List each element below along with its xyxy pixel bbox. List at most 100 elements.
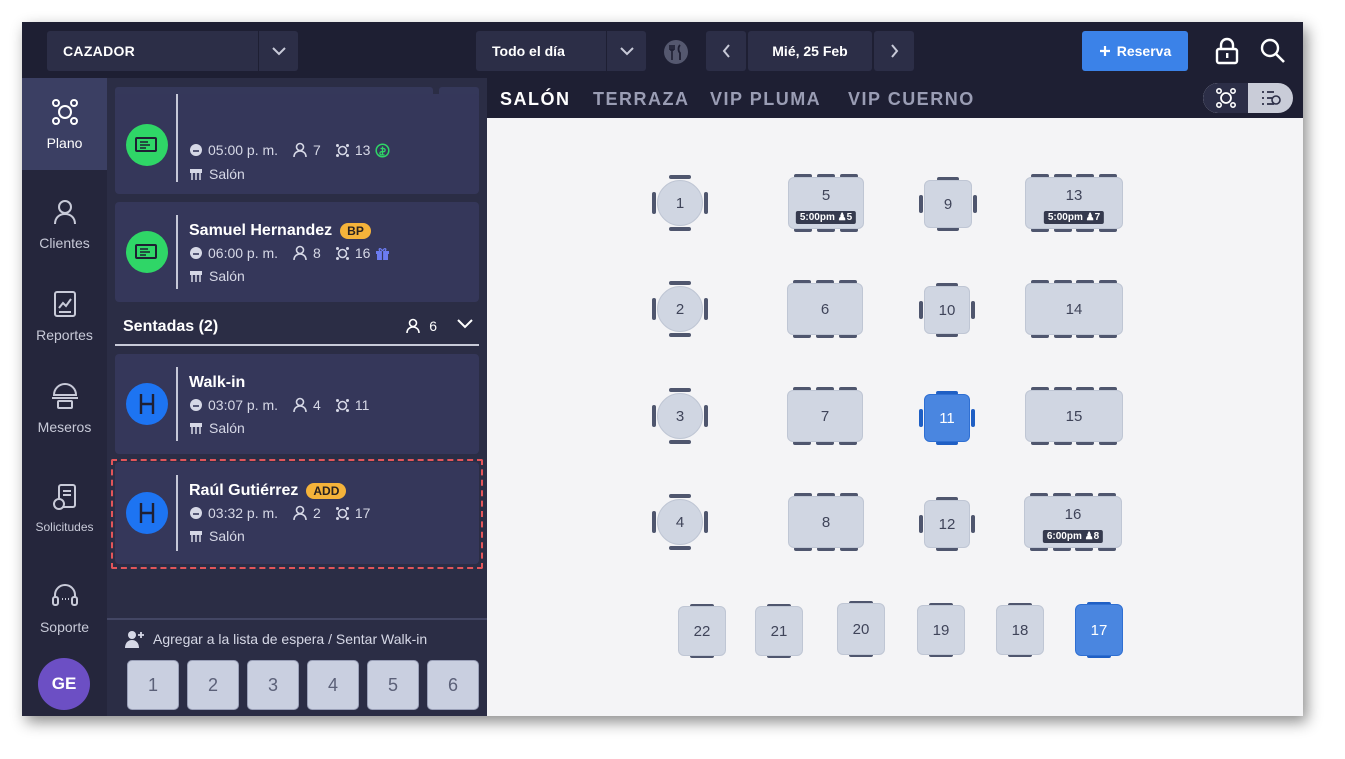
- area-name: Salón: [209, 528, 245, 544]
- room-tabs-bar: SALÓN TERRAZA VIP PLUMA VIP CUERNO: [487, 78, 1303, 118]
- shift-select[interactable]: Todo el día: [476, 31, 646, 71]
- list-view-button[interactable]: [1248, 83, 1293, 113]
- table-icon: [335, 506, 349, 520]
- table-17[interactable]: 17: [1073, 602, 1125, 658]
- party-size-button[interactable]: 2: [187, 660, 239, 710]
- table-15[interactable]: 15: [1023, 387, 1125, 445]
- chair: [669, 227, 691, 231]
- table-7[interactable]: 7: [785, 387, 865, 445]
- previous-day-button[interactable]: [706, 31, 746, 71]
- table-number-label: 15: [1065, 407, 1083, 425]
- chair: [669, 546, 691, 550]
- table-icon: [335, 143, 349, 157]
- avatar[interactable]: GE: [38, 658, 90, 710]
- table-21[interactable]: 21: [753, 604, 805, 658]
- table-surface: 19: [917, 605, 965, 655]
- chair: [652, 511, 656, 533]
- venue-select[interactable]: CAZADOR: [47, 31, 298, 71]
- date-display[interactable]: Mié, 25 Feb: [748, 31, 872, 71]
- table-4[interactable]: 4: [652, 494, 708, 550]
- table-13[interactable]: 13 5:00pm ♟7: [1023, 174, 1125, 232]
- chair: [704, 192, 708, 214]
- next-day-button[interactable]: [874, 31, 914, 71]
- guest-count: 2: [313, 505, 321, 521]
- table-3[interactable]: 3: [652, 388, 708, 444]
- walkin-header[interactable]: Agregar a la lista de espera / Sentar Wa…: [125, 630, 427, 648]
- table-22[interactable]: 22: [676, 604, 728, 658]
- reservation-card[interactable]: 05:00 p. m. 7 13 Salón: [115, 94, 479, 194]
- nav-item-reportes[interactable]: Reportes: [22, 270, 107, 362]
- table-surface: 10: [924, 286, 970, 334]
- table-19[interactable]: 19: [915, 603, 967, 657]
- chevron-down-icon: [258, 31, 298, 71]
- area-icon: [190, 423, 202, 434]
- table-9[interactable]: 9: [919, 177, 977, 231]
- reservation-card[interactable]: Samuel Hernandez BP 06:00 p. m. 8 16 Sal…: [115, 202, 479, 302]
- table-icon: [335, 246, 349, 260]
- area-name: Salón: [209, 420, 245, 436]
- party-size-button[interactable]: 6: [427, 660, 479, 710]
- lock-icon[interactable]: [1214, 37, 1240, 65]
- table-number-label: 4: [675, 513, 685, 531]
- table-5[interactable]: 5 5:00pm ♟5: [786, 174, 866, 232]
- nav-label: Plano: [46, 135, 83, 151]
- table-1[interactable]: 1: [652, 175, 708, 231]
- view-toggle[interactable]: [1203, 83, 1293, 113]
- table-20[interactable]: 20: [835, 601, 887, 657]
- nav-item-solicitudes[interactable]: Solicitudes: [22, 462, 107, 554]
- tab-vip-pluma[interactable]: VIP PLUMA: [710, 89, 821, 110]
- nav-label: Meseros: [37, 419, 92, 435]
- reservation-meta: 06:00 p. m. 8 16: [189, 245, 390, 261]
- chair: [669, 281, 691, 285]
- reservation-area: Salón: [189, 420, 245, 436]
- guests-icon: [293, 397, 307, 413]
- confirmed-status-icon: [126, 124, 168, 166]
- plus-icon: [1099, 46, 1110, 56]
- party-size-button[interactable]: 5: [367, 660, 419, 710]
- seated-card[interactable]: Walk-in 03:07 p. m. 4 11 Salón: [115, 354, 479, 454]
- nav-item-soporte[interactable]: Soporte: [22, 562, 107, 654]
- table-surface: 3: [657, 393, 703, 439]
- table-16[interactable]: 16 6:00pm ♟8: [1022, 493, 1124, 551]
- table-8[interactable]: 8: [786, 493, 866, 551]
- chair: [919, 515, 923, 533]
- section-guest-count: 6: [405, 318, 437, 334]
- nav-item-clientes[interactable]: Clientes: [22, 178, 107, 270]
- table-number-label: 5: [821, 186, 831, 204]
- floorplan-view-button[interactable]: [1203, 83, 1248, 113]
- party-size-button[interactable]: 4: [307, 660, 359, 710]
- new-reservation-button[interactable]: Reserva: [1082, 31, 1188, 71]
- table-11[interactable]: 11: [919, 391, 975, 445]
- table-14[interactable]: 14: [1023, 280, 1125, 338]
- table-surface: 12: [924, 500, 970, 548]
- confirmed-status-icon: [126, 231, 168, 273]
- seated-section-header[interactable]: Sentadas (2) 6: [115, 312, 479, 346]
- party-size-button[interactable]: 1: [127, 660, 179, 710]
- search-icon[interactable]: [1259, 37, 1287, 65]
- table-number-label: 3: [675, 407, 685, 425]
- add-person-icon: [125, 631, 144, 648]
- chevron-down-icon: [457, 319, 473, 329]
- party-size-button[interactable]: 3: [247, 660, 299, 710]
- app-window: CAZADOR Todo el día Mié, 25 Feb Reserva: [22, 22, 1303, 716]
- tab-salon[interactable]: SALÓN: [500, 89, 571, 110]
- nav-item-plano[interactable]: Plano: [22, 78, 107, 170]
- table-surface: 7: [787, 390, 863, 442]
- chevron-down-icon: [606, 31, 646, 71]
- table-number-label: 16: [1064, 505, 1082, 523]
- tab-vip-cuerno[interactable]: VIP CUERNO: [848, 89, 975, 110]
- nav-item-meseros[interactable]: Meseros: [22, 362, 107, 454]
- table-12[interactable]: 12: [919, 497, 975, 551]
- table-surface: 4: [657, 499, 703, 545]
- chair: [971, 515, 975, 533]
- divider: [176, 367, 178, 441]
- table-18[interactable]: 18: [994, 603, 1046, 657]
- reservation-time: 03:07 p. m.: [208, 397, 279, 413]
- guests-icon: [293, 505, 307, 521]
- table-10[interactable]: 10: [919, 283, 975, 337]
- table-2[interactable]: 2: [652, 281, 708, 337]
- tab-terraza[interactable]: TERRAZA: [593, 89, 690, 110]
- table-6[interactable]: 6: [785, 280, 865, 338]
- seated-card[interactable]: Raúl Gutiérrez ADD 03:32 p. m. 2 17 Saló…: [115, 462, 479, 564]
- dining-icon[interactable]: [663, 39, 689, 65]
